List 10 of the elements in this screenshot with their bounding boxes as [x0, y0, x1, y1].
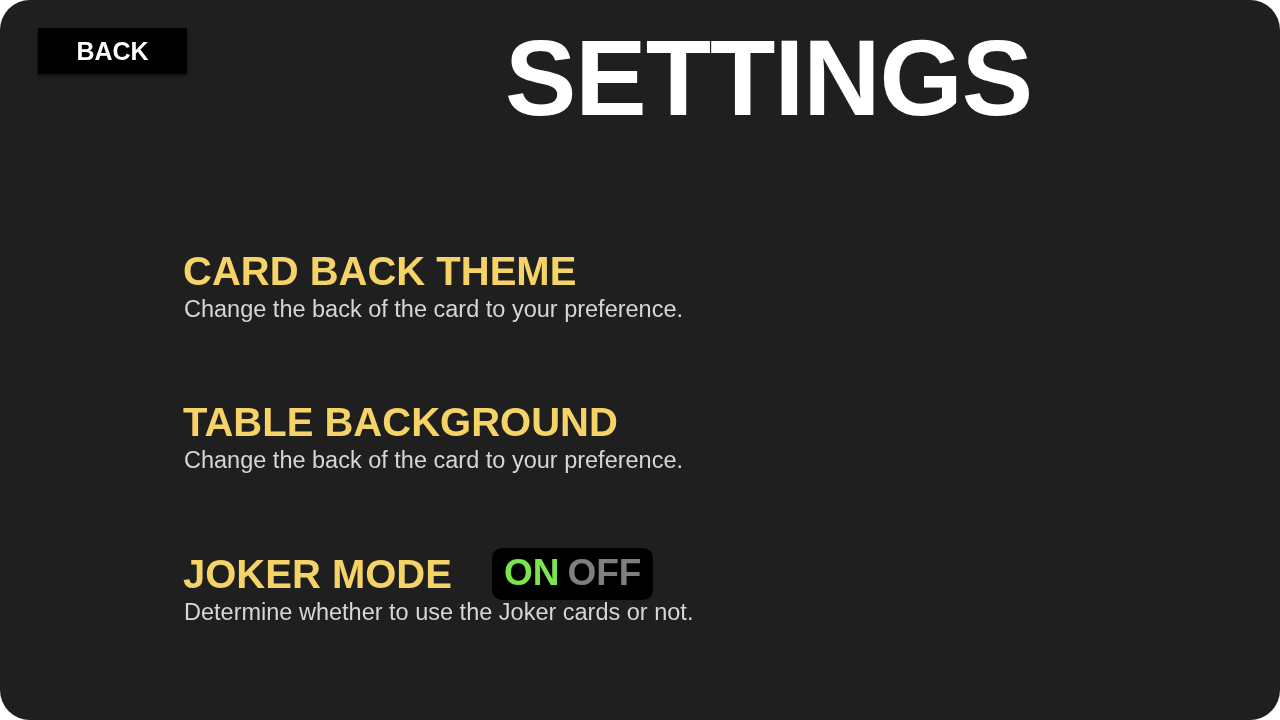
setting-description: Determine whether to use the Joker cards or not. — [184, 597, 694, 627]
setting-title: JOKER MODE — [183, 550, 452, 598]
setting-description: Change the back of the card to your preference. — [184, 446, 684, 476]
back-button[interactable]: BACK — [38, 28, 187, 74]
setting-title[interactable]: CARD BACK THEME — [183, 247, 577, 295]
toggle-option[interactable]: ON — [503, 553, 560, 595]
page-title: SETTINGS — [505, 25, 1033, 132]
toggle-option[interactable]: OFF — [567, 553, 642, 595]
setting-description: Change the back of the card to your preference. — [184, 295, 684, 324]
setting-title[interactable]: TABLE BACKGROUND — [183, 398, 618, 447]
